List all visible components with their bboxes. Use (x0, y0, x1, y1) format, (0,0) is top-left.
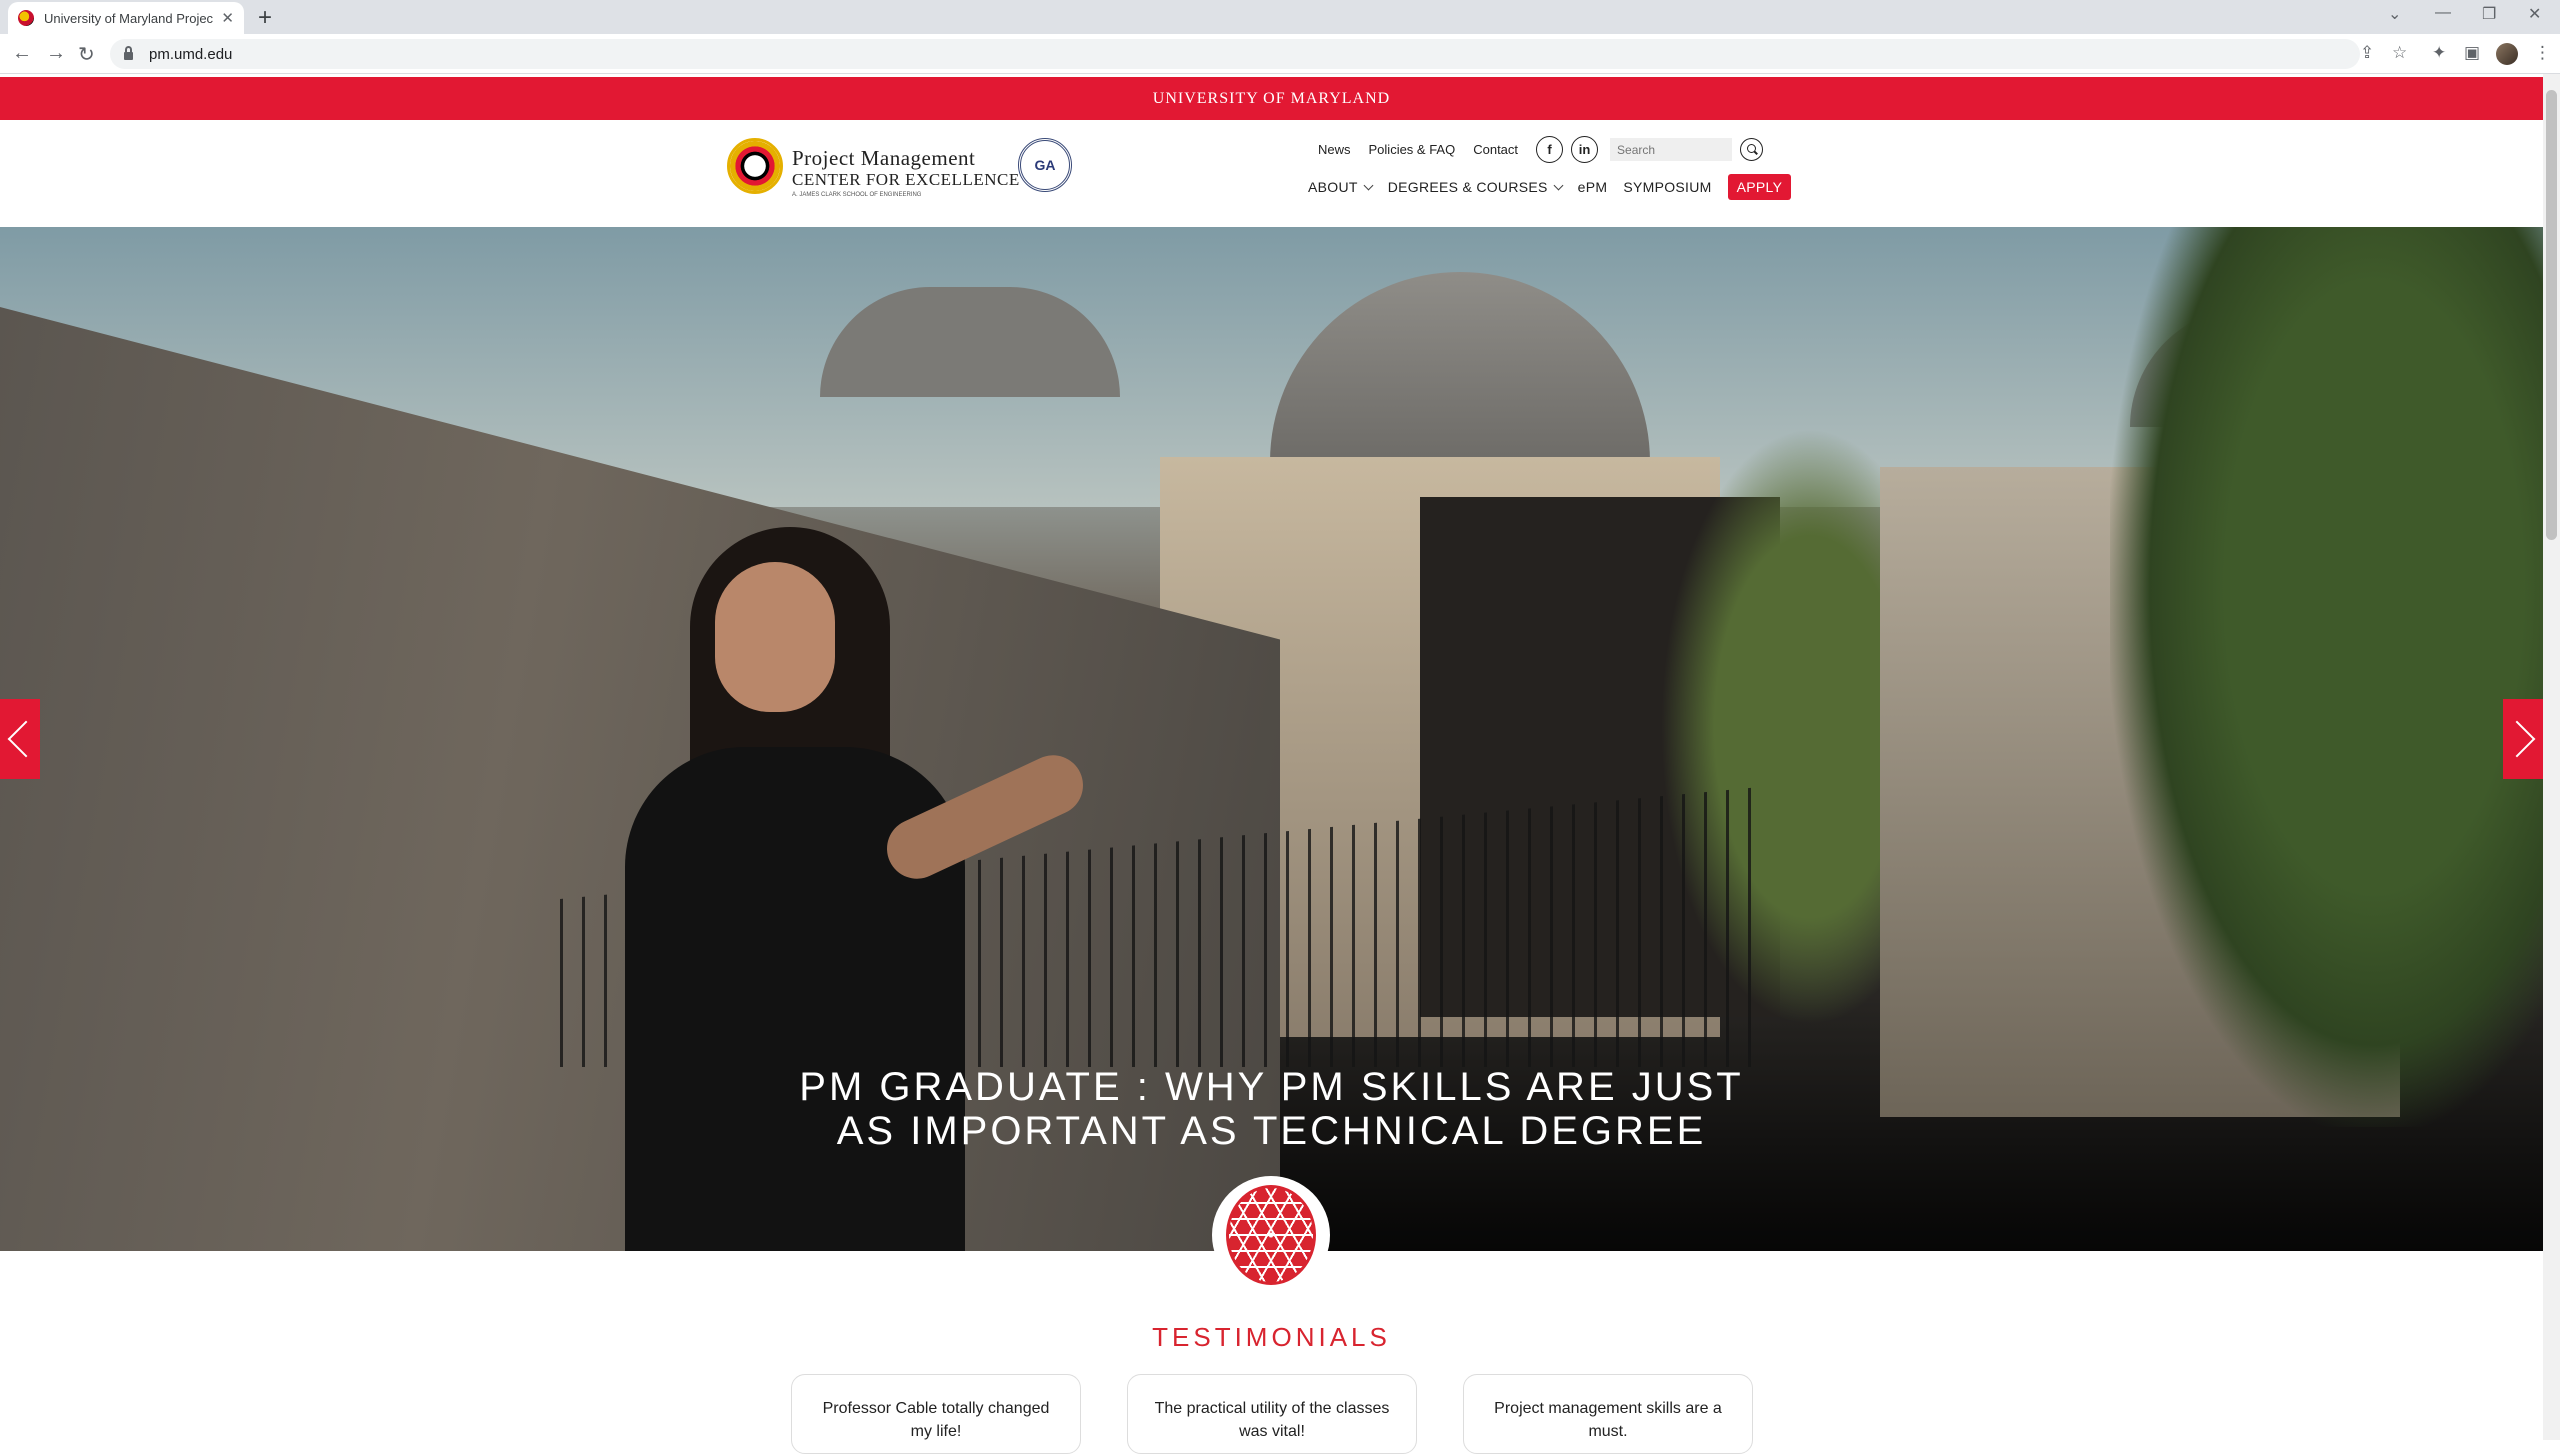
hero-tree (2110, 227, 2543, 1127)
bookmark-star-icon[interactable]: ☆ (2392, 43, 2407, 63)
browser-tab-bar: University of Maryland Project M ✕ + ⌄ —… (0, 0, 2560, 34)
nav-symposium[interactable]: SYMPOSIUM (1623, 179, 1711, 195)
slider-next-button[interactable] (2498, 699, 2543, 779)
forward-button[interactable]: → (46, 42, 66, 65)
browser-menu-icon[interactable]: ⋮ (2534, 43, 2551, 63)
search-icon[interactable] (1740, 138, 1764, 161)
testimonial-card[interactable]: Project management skills are a must. (1463, 1374, 1753, 1454)
contact-link[interactable]: Contact (1473, 142, 1518, 157)
scrollbar-thumb[interactable] (2546, 90, 2557, 540)
nav-degrees-courses[interactable]: DEGREES & COURSES (1388, 179, 1564, 195)
utility-nav: News Policies & FAQ Contact f in (1318, 136, 1764, 163)
tab-close-icon[interactable]: ✕ (221, 9, 234, 27)
share-icon[interactable]: ⇪ (2360, 43, 2374, 63)
turtle-shell-icon (1226, 1185, 1316, 1285)
testimonials-heading: TESTIMONIALS (1152, 1322, 1391, 1352)
tab-title: University of Maryland Project M (44, 10, 214, 26)
hero-title[interactable]: PM GRADUATE : WHY PM SKILLS ARE JUST AS … (0, 1065, 2543, 1153)
testudo-shell-logo (1212, 1176, 1330, 1294)
lock-icon[interactable] (124, 46, 133, 60)
news-link[interactable]: News (1318, 142, 1351, 157)
new-tab-button[interactable]: + (258, 4, 272, 32)
logo-school: A. JAMES CLARK SCHOOL OF ENGINEERING (792, 192, 922, 198)
search-input[interactable] (1610, 138, 1733, 161)
side-panel-icon[interactable]: ▣ (2464, 43, 2480, 63)
hero-person-face (715, 562, 835, 712)
testimonial-card[interactable]: The practical utility of the classes was… (1127, 1374, 1417, 1454)
umd-favicon-icon (18, 10, 34, 26)
hero-title-line2[interactable]: AS IMPORTANT AS TECHNICAL DEGREE (0, 1109, 2543, 1153)
window-close-button[interactable]: ✕ (2528, 4, 2541, 24)
browser-toolbar: ← → ↻ pm.umd.edu ⇪ ☆ ✦ ▣ ⋮ (0, 34, 2560, 74)
back-button[interactable]: ← (12, 42, 32, 65)
testimonial-cards: Professor Cable totally changed my life!… (791, 1374, 1799, 1454)
linkedin-icon[interactable]: in (1571, 136, 1599, 163)
nav-degrees-label[interactable]: DEGREES & COURSES (1388, 179, 1548, 195)
nav-epm[interactable]: ePM (1578, 179, 1608, 195)
hero-slider: PM GRADUATE : WHY PM SKILLS ARE JUST AS … (0, 227, 2543, 1251)
apply-button[interactable]: APPLY (1727, 174, 1792, 200)
accreditation-badge[interactable]: GA (1018, 138, 1072, 192)
address-bar[interactable]: pm.umd.edu (110, 39, 2360, 69)
tab-search-icon[interactable]: ⌄ (2388, 4, 2401, 24)
url-text[interactable]: pm.umd.edu (149, 46, 232, 63)
chevron-right-icon (2498, 720, 2536, 758)
testimonial-card[interactable]: Professor Cable totally changed my life! (791, 1374, 1081, 1454)
umd-banner-text[interactable]: UNIVERSITY OF MARYLAND (1153, 90, 1390, 108)
site-header: Project Management CENTER FOR EXCELLENCE… (0, 120, 2543, 227)
reload-button[interactable]: ↻ (78, 42, 95, 67)
chevron-down-icon[interactable] (1363, 180, 1374, 190)
main-nav: ABOUT DEGREES & COURSES ePM SYMPOSIUM AP… (1308, 174, 1792, 200)
facebook-icon[interactable]: f (1536, 136, 1564, 163)
restore-button[interactable]: ❐ (2482, 4, 2496, 24)
policies-faq-link[interactable]: Policies & FAQ (1369, 142, 1456, 157)
nav-about[interactable]: ABOUT (1308, 179, 1374, 195)
logo-subtitle[interactable]: CENTER FOR EXCELLENCE (792, 170, 1020, 190)
chevron-down-icon[interactable] (1553, 180, 1564, 190)
browser-tab[interactable]: University of Maryland Project M ✕ (8, 2, 244, 34)
chevron-left-icon (7, 720, 45, 758)
nav-about-label[interactable]: ABOUT (1308, 179, 1358, 195)
profile-avatar[interactable] (2496, 43, 2518, 65)
extensions-icon[interactable]: ✦ (2432, 43, 2446, 63)
logo-title[interactable]: Project Management (792, 146, 975, 171)
hero-title-line1[interactable]: PM GRADUATE : WHY PM SKILLS ARE JUST (0, 1065, 2543, 1109)
slider-prev-button[interactable] (0, 699, 45, 779)
umd-banner[interactable]: UNIVERSITY OF MARYLAND (0, 77, 2543, 120)
umd-seal-logo[interactable] (727, 138, 783, 194)
minimize-button[interactable]: — (2435, 4, 2451, 22)
